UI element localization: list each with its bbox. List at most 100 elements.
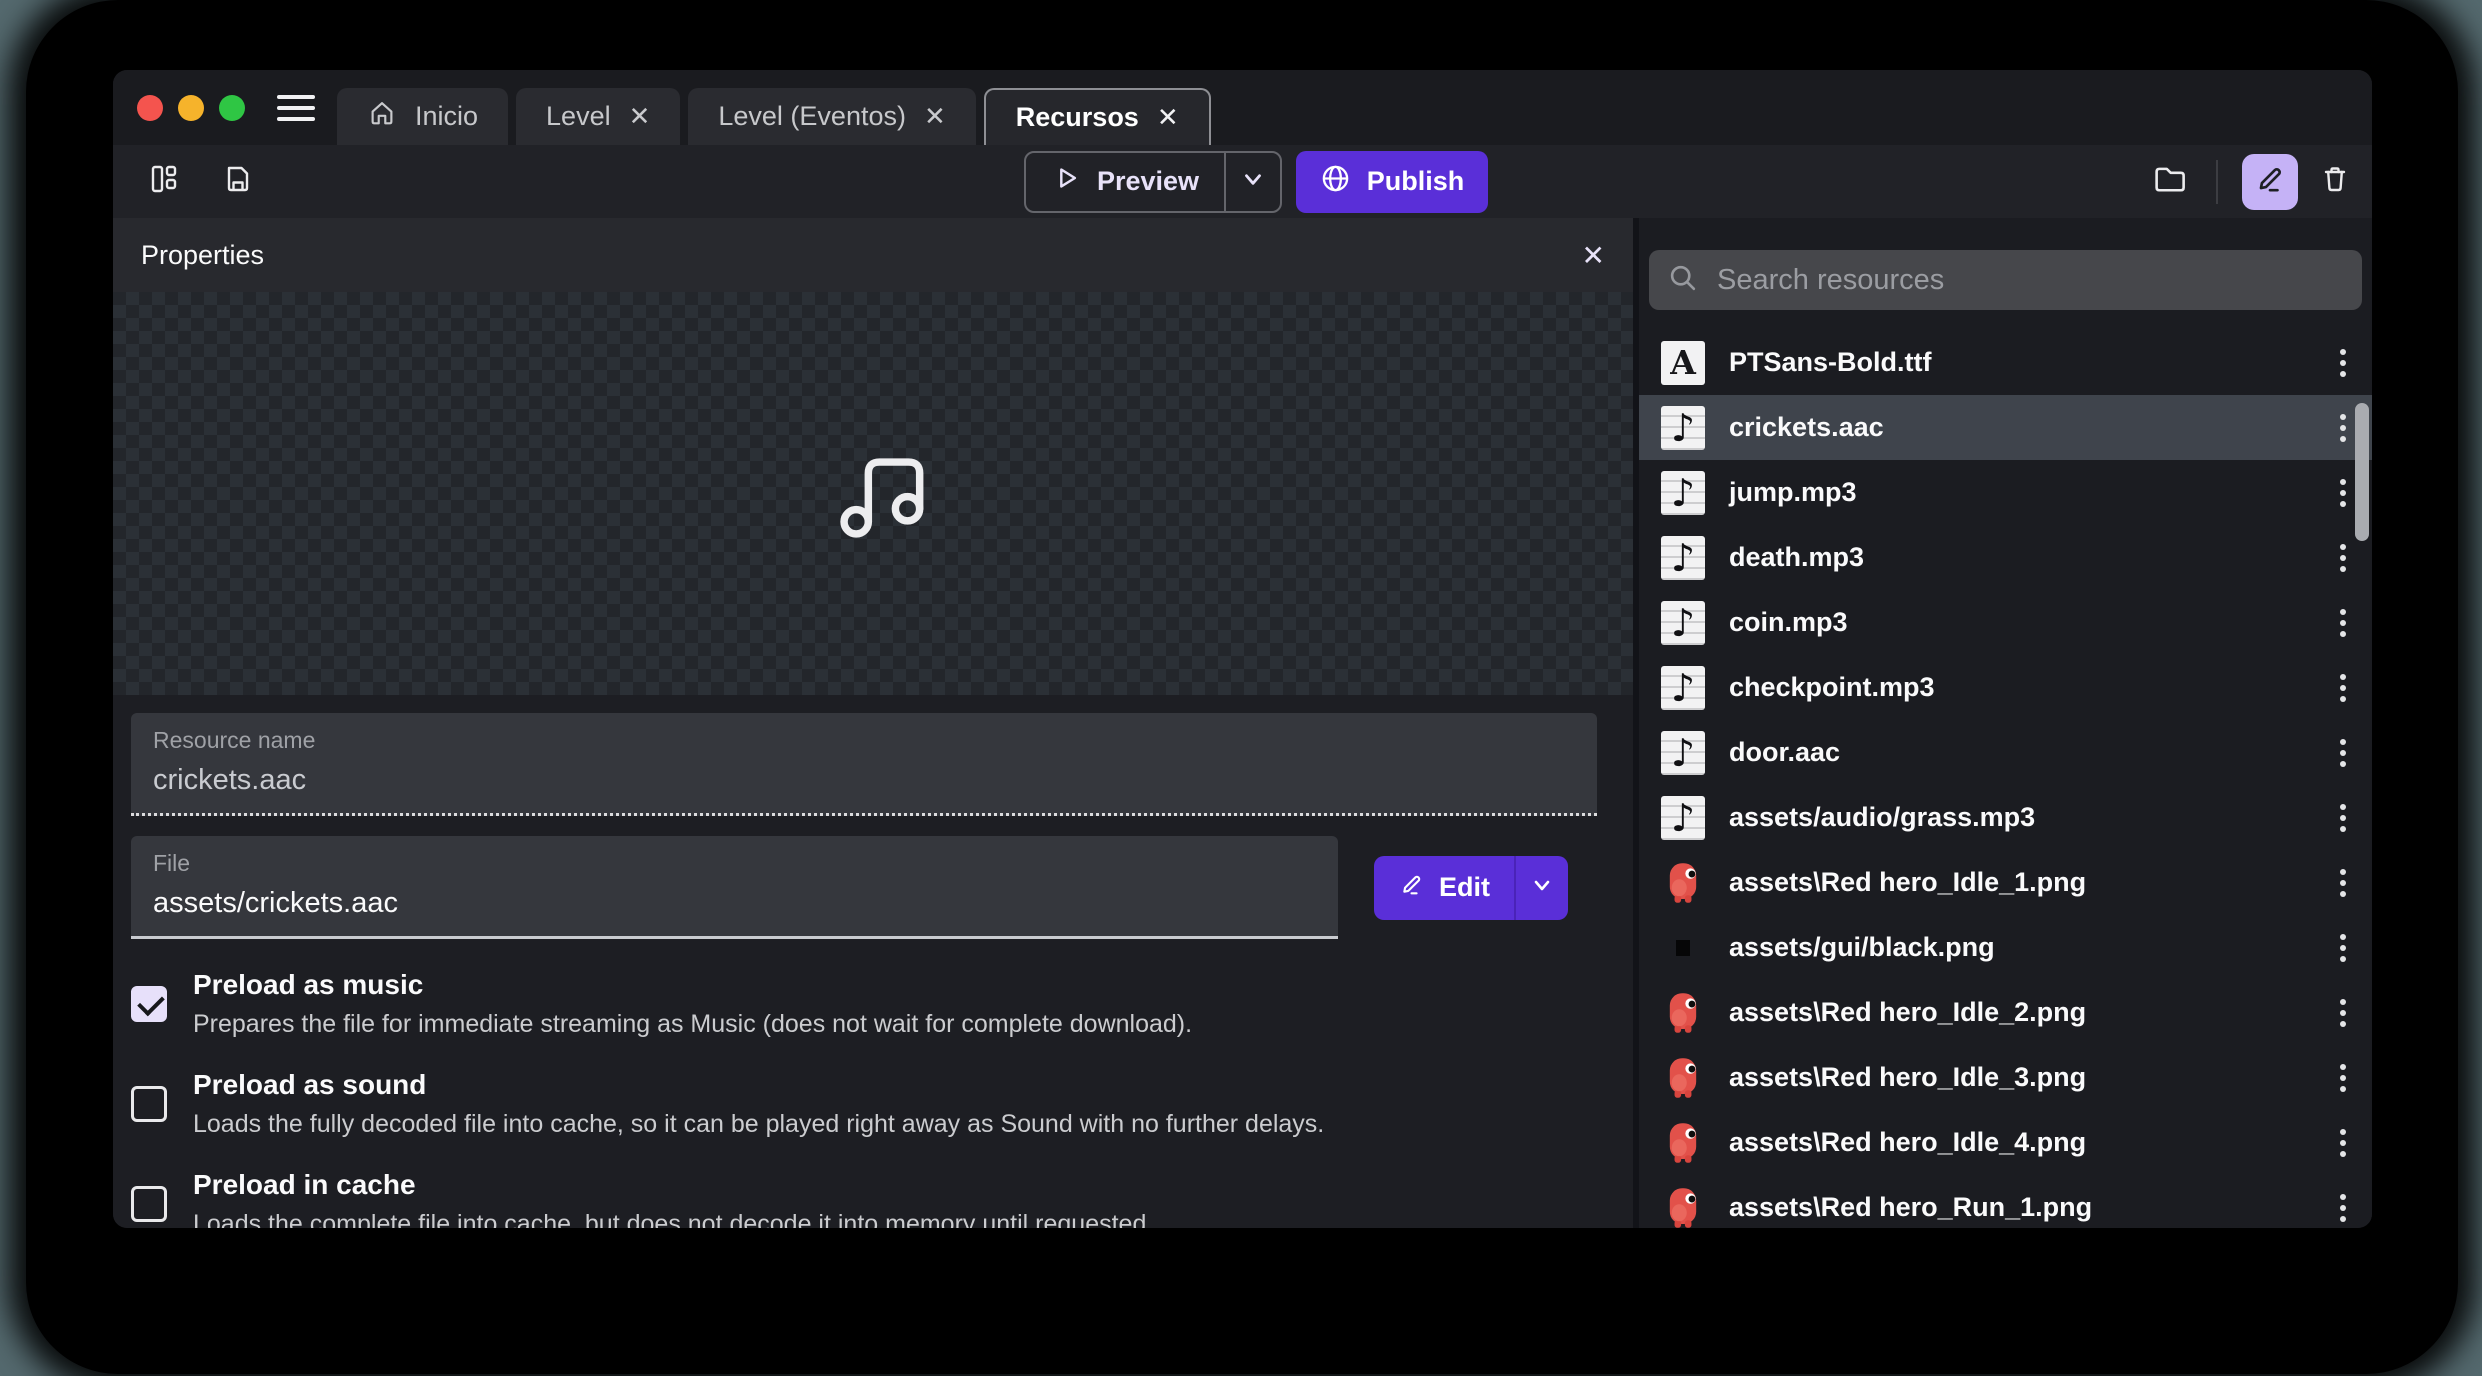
- tab-inicio[interactable]: Inicio: [337, 88, 508, 145]
- image-icon: [1661, 926, 1705, 970]
- option-description: Loads the fully decoded file into cache,…: [193, 1110, 1324, 1139]
- list-item[interactable]: assets\Red hero_Run_1.png: [1639, 1175, 2372, 1228]
- audio-file-icon: [1661, 666, 1705, 710]
- preview-dropdown-button[interactable]: [1226, 166, 1280, 197]
- font-file-icon: [1661, 341, 1705, 385]
- list-item[interactable]: assets/audio/grass.mp3: [1639, 785, 2372, 850]
- option-label: Preload as music: [193, 969, 1192, 1001]
- tab-close-icon[interactable]: ✕: [1157, 102, 1179, 133]
- item-menu-icon[interactable]: [2340, 1064, 2346, 1070]
- list-item[interactable]: assets\Red hero_Idle_1.png: [1639, 850, 2372, 915]
- list-item[interactable]: assets\Red hero_Idle_2.png: [1639, 980, 2372, 1045]
- pencil-icon: [2253, 162, 2287, 201]
- window-close-button[interactable]: [137, 95, 163, 121]
- file-field[interactable]: File assets/crickets.aac: [131, 836, 1338, 939]
- publish-button[interactable]: Publish: [1296, 151, 1488, 213]
- edit-file-button[interactable]: Edit: [1374, 856, 1568, 920]
- toggle-panels-button[interactable]: [141, 159, 187, 205]
- chevron-down-icon: [1240, 166, 1266, 197]
- tab-label: Level (Eventos): [718, 101, 906, 132]
- audio-file-icon: [1661, 536, 1705, 580]
- open-project-folder-button[interactable]: [2146, 159, 2192, 205]
- resource-name: death.mp3: [1729, 542, 1864, 573]
- preload-music-checkbox[interactable]: [131, 986, 167, 1022]
- edit-label: Edit: [1439, 872, 1490, 903]
- search-bar[interactable]: [1649, 250, 2362, 310]
- tab-close-icon[interactable]: ✕: [924, 101, 946, 132]
- edit-dropdown-button[interactable]: [1516, 873, 1568, 902]
- save-button[interactable]: [215, 159, 261, 205]
- file-label: File: [153, 850, 1316, 877]
- tab-bar: Inicio Level ✕ Level (Eventos) ✕ Recurso…: [337, 88, 1211, 145]
- resource-name: jump.mp3: [1729, 477, 1857, 508]
- resource-name: assets/gui/black.png: [1729, 932, 1995, 963]
- tab-level-eventos[interactable]: Level (Eventos) ✕: [688, 88, 975, 145]
- resource-name: assets\Red hero_Idle_4.png: [1729, 1127, 2086, 1158]
- list-item[interactable]: checkpoint.mp3: [1639, 655, 2372, 720]
- list-item[interactable]: assets\Red hero_Idle_3.png: [1639, 1045, 2372, 1110]
- option-label: Preload as sound: [193, 1069, 1324, 1101]
- item-menu-icon[interactable]: [2340, 1194, 2346, 1200]
- resource-name: coin.mp3: [1729, 607, 1848, 638]
- item-menu-icon[interactable]: [2340, 869, 2346, 875]
- tab-close-icon[interactable]: ✕: [629, 101, 651, 132]
- edit-mode-button[interactable]: [2242, 154, 2298, 210]
- save-icon: [222, 163, 254, 200]
- window-zoom-button[interactable]: [219, 95, 245, 121]
- item-menu-icon[interactable]: [2340, 349, 2346, 355]
- delete-button[interactable]: [2312, 159, 2358, 205]
- item-menu-icon[interactable]: [2340, 804, 2346, 810]
- content-area: Properties ✕ Resource name crickets.aac …: [113, 218, 2372, 1228]
- sprite-image-icon: [1661, 991, 1705, 1035]
- audio-file-icon: [1661, 471, 1705, 515]
- item-menu-icon[interactable]: [2340, 414, 2346, 420]
- list-item[interactable]: PTSans-Bold.ttf: [1639, 330, 2372, 395]
- preload-sound-option: Preload as sound Loads the fully decoded…: [131, 1069, 1597, 1139]
- item-menu-icon[interactable]: [2340, 739, 2346, 745]
- list-item[interactable]: jump.mp3: [1639, 460, 2372, 525]
- list-item[interactable]: assets/gui/black.png: [1639, 915, 2372, 980]
- music-note-icon: [817, 435, 929, 552]
- audio-file-icon: [1661, 406, 1705, 450]
- home-icon: [367, 98, 397, 135]
- list-item[interactable]: coin.mp3: [1639, 590, 2372, 655]
- list-item[interactable]: assets\Red hero_Idle_4.png: [1639, 1110, 2372, 1175]
- search-input[interactable]: [1715, 263, 2344, 298]
- play-icon: [1051, 163, 1081, 200]
- item-menu-icon[interactable]: [2340, 544, 2346, 550]
- sprite-image-icon: [1661, 1121, 1705, 1165]
- preload-sound-checkbox[interactable]: [131, 1086, 167, 1122]
- resource-name-field[interactable]: Resource name crickets.aac: [131, 713, 1597, 816]
- search-icon: [1667, 262, 1699, 299]
- item-menu-icon[interactable]: [2340, 934, 2346, 940]
- folder-icon: [2151, 161, 2187, 202]
- resource-name: assets\Red hero_Idle_2.png: [1729, 997, 2086, 1028]
- list-item[interactable]: door.aac: [1639, 720, 2372, 785]
- toolbar: Preview Publish: [113, 145, 2372, 218]
- traffic-lights: [137, 95, 245, 121]
- list-item[interactable]: death.mp3: [1639, 525, 2372, 590]
- close-icon[interactable]: ✕: [1582, 239, 1605, 272]
- tab-recursos[interactable]: Recursos ✕: [984, 88, 1211, 145]
- tab-level[interactable]: Level ✕: [516, 88, 680, 145]
- hamburger-menu-button[interactable]: [277, 95, 315, 121]
- preview-button[interactable]: Preview: [1024, 151, 1282, 213]
- scrollbar-thumb[interactable]: [2355, 403, 2369, 541]
- toolbar-separator: [2216, 160, 2218, 204]
- item-menu-icon[interactable]: [2340, 674, 2346, 680]
- audio-preview-area: [113, 292, 1633, 695]
- item-menu-icon[interactable]: [2340, 479, 2346, 485]
- preload-cache-checkbox[interactable]: [131, 1186, 167, 1222]
- preload-music-option: Preload as music Prepares the file for i…: [131, 969, 1597, 1039]
- item-menu-icon[interactable]: [2340, 1129, 2346, 1135]
- chevron-down-icon: [1530, 873, 1554, 902]
- properties-fields: Resource name crickets.aac File assets/c…: [113, 695, 1633, 1228]
- resources-panel: PTSans-Bold.ttf crickets.aac jump.mp3 de…: [1639, 218, 2372, 1228]
- list-item[interactable]: crickets.aac: [1639, 395, 2372, 460]
- window-minimize-button[interactable]: [178, 95, 204, 121]
- item-menu-icon[interactable]: [2340, 999, 2346, 1005]
- audio-file-icon: [1661, 731, 1705, 775]
- tab-label: Level: [546, 101, 611, 132]
- sprite-image-icon: [1661, 861, 1705, 905]
- item-menu-icon[interactable]: [2340, 609, 2346, 615]
